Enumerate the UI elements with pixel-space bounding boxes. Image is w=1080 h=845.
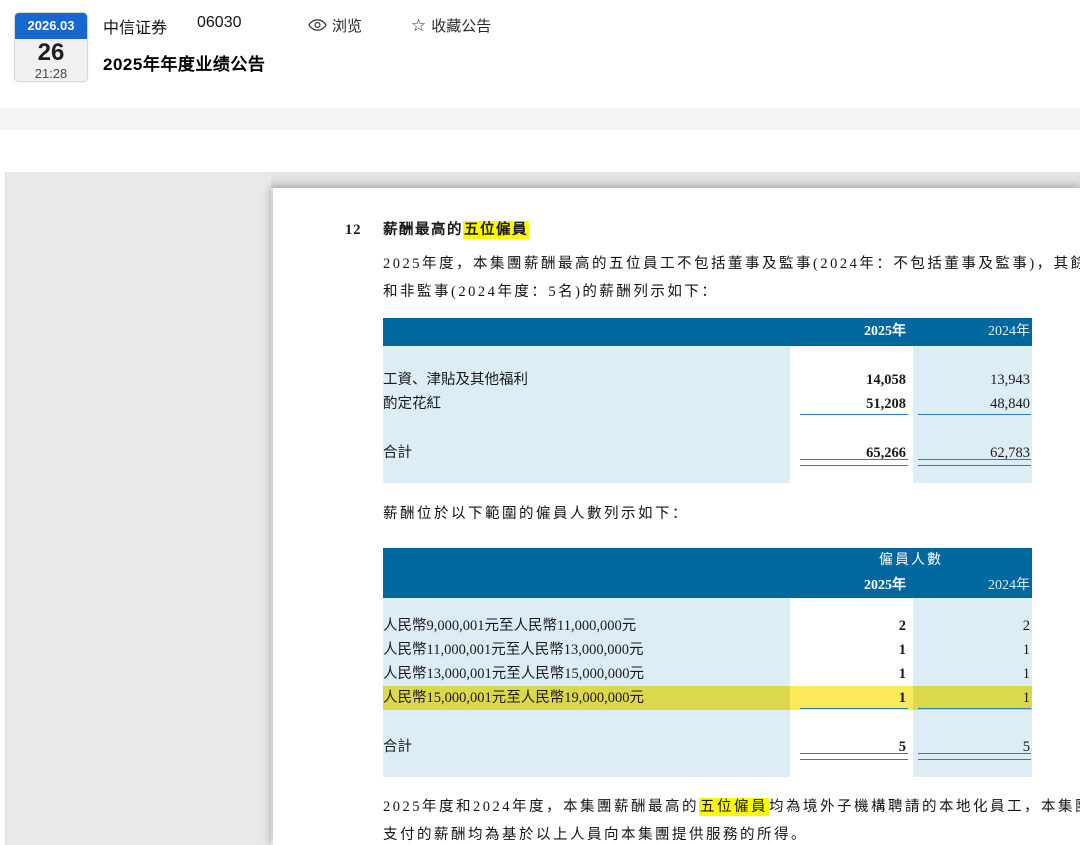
announcement-title: 2025年年度业绩公告 bbox=[103, 55, 266, 74]
eye-icon bbox=[308, 18, 327, 32]
remuneration-table: 2025年 2024年 工資、津貼及其他福利 14,058 13,943 酌定花… bbox=[383, 318, 1032, 483]
total-2025: 65,266 bbox=[790, 440, 913, 466]
value-2025: 1 bbox=[790, 686, 913, 710]
viewer-left-panel bbox=[5, 172, 271, 845]
value-2024: 48,840 bbox=[913, 392, 1032, 416]
paragraph-line: 和非監事(2024年度：5名)的薪酬列示如下： bbox=[383, 284, 719, 300]
table-row: 工資、津貼及其他福利 14,058 13,943 bbox=[383, 368, 1032, 392]
date-month: 2026.03 bbox=[15, 13, 87, 39]
table-row: 人民幣13,000,001元至人民幣15,000,000元 1 1 bbox=[383, 662, 1032, 686]
value-2025: 14,058 bbox=[790, 368, 913, 392]
column-header-2024: 2024年 bbox=[988, 578, 1030, 593]
stock-code[interactable]: 06030 bbox=[197, 14, 242, 32]
group-header: 僱員人數 bbox=[879, 553, 943, 568]
value-2025: 2 bbox=[790, 614, 913, 638]
total-2024: 5 bbox=[913, 734, 1032, 760]
date-day: 26 bbox=[37, 39, 65, 66]
paragraph-range-intro: 薪酬位於以下範圍的僱員人數列示如下： bbox=[383, 500, 1039, 528]
divider-band bbox=[0, 108, 1080, 130]
value-2025: 51,208 bbox=[790, 392, 913, 416]
browse-label: 浏览 bbox=[332, 17, 363, 35]
paragraph-line: 支付的薪酬均為基於以上人員向本集團提供服務的所得。 bbox=[383, 827, 808, 843]
company-name[interactable]: 中信证券 bbox=[103, 14, 167, 38]
paragraph-line: 2025年度，本集團薪酬最高的五位員工不包括董事及監事(2024年：不包括董事及… bbox=[383, 256, 1080, 272]
row-label: 工資、津貼及其他福利 bbox=[383, 368, 790, 392]
total-label: 合計 bbox=[383, 734, 790, 760]
value-2024: 1 bbox=[913, 662, 1032, 686]
row-label: 酌定花紅 bbox=[383, 392, 790, 416]
section-number: 12 bbox=[345, 222, 362, 238]
total-label: 合計 bbox=[383, 440, 790, 466]
table-row: 酌定花紅 51,208 48,840 bbox=[383, 392, 1032, 416]
row-label: 人民幣15,000,001元至人民幣19,000,000元 bbox=[383, 686, 790, 710]
favorite-label: 收藏公告 bbox=[431, 17, 492, 35]
row-label: 人民幣9,000,001元至人民幣11,000,000元 bbox=[383, 614, 790, 638]
table-total-row: 合計 65,266 62,783 bbox=[383, 440, 1032, 466]
paragraph-intro: 2025年度，本集團薪酬最高的五位員工不包括董事及監事(2024年：不包括董事及… bbox=[383, 250, 1080, 306]
row-label: 人民幣11,000,001元至人民幣13,000,000元 bbox=[383, 638, 790, 662]
column-header-2025: 2025年 bbox=[864, 324, 906, 339]
section-heading: 12 薪酬最高的五位僱員 bbox=[345, 218, 1045, 239]
section-title-highlight: 五位僱員 bbox=[463, 221, 529, 239]
row-label: 人民幣13,000,001元至人民幣15,000,000元 bbox=[383, 662, 790, 686]
screen: 2026.03 26 21:28 中信证券 06030 浏览 ☆ 收藏公告 20… bbox=[0, 0, 1080, 845]
paragraph-footnote: 2025年度和2024年度，本集團薪酬最高的五位僱員均為境外子機構聘請的本地化員… bbox=[383, 793, 1080, 845]
value-2024: 13,943 bbox=[913, 368, 1032, 392]
date-time: 21:28 bbox=[34, 66, 68, 81]
table-row-highlighted: 人民幣15,000,001元至人民幣19,000,000元 1 1 bbox=[383, 686, 1032, 710]
total-2025: 5 bbox=[790, 734, 913, 760]
table-header-row: 2025年 2024年 bbox=[383, 318, 1032, 346]
value-2024: 2 bbox=[913, 614, 1032, 638]
table-row: 人民幣9,000,001元至人民幣11,000,000元 2 2 bbox=[383, 614, 1032, 638]
value-2025: 1 bbox=[790, 662, 913, 686]
table-row: 人民幣11,000,001元至人民幣13,000,000元 1 1 bbox=[383, 638, 1032, 662]
value-2025: 1 bbox=[790, 638, 913, 662]
star-icon: ☆ bbox=[411, 15, 427, 35]
date-badge: 2026.03 26 21:28 bbox=[14, 12, 88, 82]
value-2024: 1 bbox=[913, 638, 1032, 662]
value-2024: 1 bbox=[913, 686, 1032, 710]
document-viewer: 12 薪酬最高的五位僱員 2025年度，本集團薪酬最高的五位員工不包括董事及監事(… bbox=[0, 168, 1080, 845]
paragraph-line: 2025年度和2024年度，本集團薪酬最高的五位僱員均為境外子機構聘請的本地化員… bbox=[383, 793, 1080, 821]
section-title-text: 薪酬最高的 bbox=[383, 222, 463, 238]
headcount-table: 僱員人數 2025年 2024年 人民幣9,000,001元至人民幣11,000… bbox=[383, 548, 1032, 777]
announcement-header: 2026.03 26 21:28 中信证券 06030 浏览 ☆ 收藏公告 20… bbox=[0, 0, 1080, 108]
footnote-highlight: 五位僱員 bbox=[699, 798, 769, 816]
table-total-row: 合計 5 5 bbox=[383, 734, 1032, 760]
table-header: 僱員人數 2025年 2024年 bbox=[383, 548, 1032, 598]
total-2024: 62,783 bbox=[913, 440, 1032, 466]
paragraph-line: 薪酬位於以下範圍的僱員人數列示如下： bbox=[383, 506, 689, 522]
page-top-gap bbox=[271, 172, 1080, 188]
column-header-2024: 2024年 bbox=[988, 324, 1030, 339]
favorite-button[interactable]: ☆ 收藏公告 bbox=[411, 14, 491, 36]
column-header-2025: 2025年 bbox=[864, 578, 906, 593]
document-page: 12 薪酬最高的五位僱員 2025年度，本集團薪酬最高的五位員工不包括董事及監事(… bbox=[273, 188, 1080, 845]
footnote-pre: 2025年度和2024年度，本集團薪酬最高的 bbox=[383, 799, 699, 815]
footnote-post: 均為境外子機構聘請的本地化員工，本集團向該等僱員 bbox=[769, 799, 1080, 815]
browse-button[interactable]: 浏览 bbox=[308, 14, 362, 36]
